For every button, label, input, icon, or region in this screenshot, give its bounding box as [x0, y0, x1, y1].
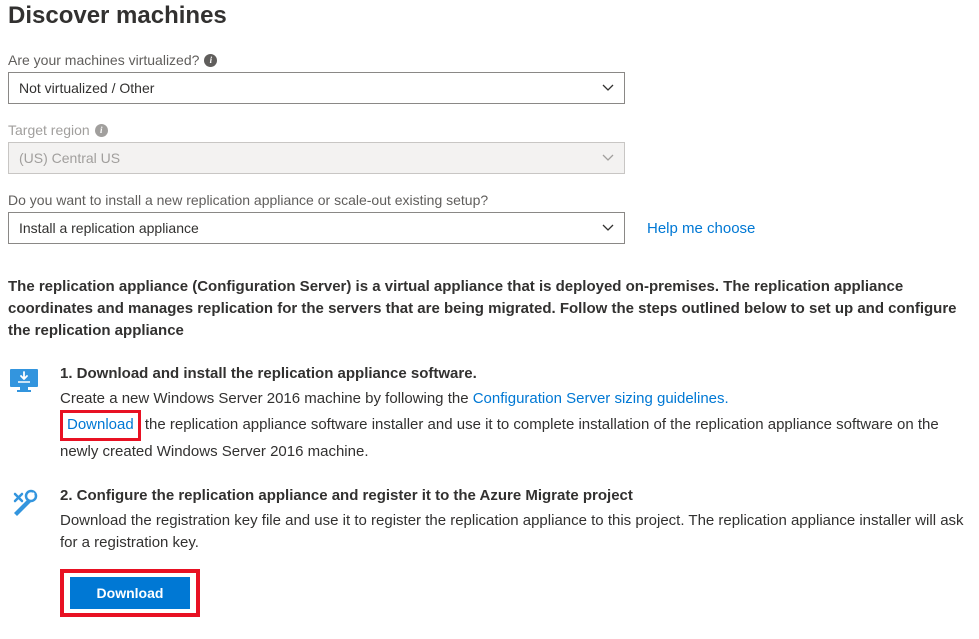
- region-field: Target region i (US) Central US: [8, 122, 971, 174]
- info-icon[interactable]: i: [204, 54, 217, 67]
- step-1-line1-before: Create a new Windows Server 2016 machine…: [60, 390, 473, 407]
- step-2-content: 2. Configure the replication appliance a…: [60, 485, 971, 617]
- download-button[interactable]: Download: [70, 577, 190, 609]
- virtualized-field: Are your machines virtualized? i Not vir…: [8, 52, 971, 104]
- chevron-down-icon: [602, 84, 614, 92]
- step-2: 2. Configure the replication appliance a…: [8, 485, 971, 617]
- intro-text: The replication appliance (Configuration…: [8, 276, 971, 341]
- region-value: (US) Central US: [19, 150, 120, 166]
- chevron-down-icon: [602, 154, 614, 162]
- region-select: (US) Central US: [8, 142, 625, 174]
- install-label: Do you want to install a new replication…: [8, 192, 971, 208]
- chevron-down-icon: [602, 224, 614, 232]
- step-1-content: 1. Download and install the replication …: [60, 363, 971, 463]
- monitor-download-icon: [8, 365, 40, 397]
- page-title: Discover machines: [8, 2, 971, 30]
- virtualized-label: Are your machines virtualized? i: [8, 52, 971, 68]
- download-software-link[interactable]: Download: [67, 416, 134, 433]
- step-2-body: Download the registration key file and u…: [60, 510, 971, 555]
- help-me-choose-link[interactable]: Help me choose: [647, 220, 755, 237]
- step-1: 1. Download and install the replication …: [8, 363, 971, 463]
- region-label-text: Target region: [8, 122, 90, 138]
- virtualized-value: Not virtualized / Other: [19, 80, 154, 96]
- virtualized-label-text: Are your machines virtualized?: [8, 52, 199, 68]
- sizing-guidelines-link[interactable]: Configuration Server sizing guidelines.: [473, 390, 729, 407]
- install-field: Do you want to install a new replication…: [8, 192, 971, 244]
- info-icon[interactable]: i: [95, 124, 108, 137]
- install-label-text: Do you want to install a new replication…: [8, 192, 488, 208]
- step-1-body: Create a new Windows Server 2016 machine…: [60, 388, 971, 464]
- region-label: Target region i: [8, 122, 971, 138]
- step-1-line2-after: the replication appliance software insta…: [60, 416, 939, 460]
- tools-icon: [8, 487, 40, 519]
- install-value: Install a replication appliance: [19, 220, 199, 236]
- virtualized-select[interactable]: Not virtualized / Other: [8, 72, 625, 104]
- download-link-highlight: Download: [60, 410, 141, 441]
- install-select[interactable]: Install a replication appliance: [8, 212, 625, 244]
- step-1-title: 1. Download and install the replication …: [60, 363, 971, 386]
- step-2-title: 2. Configure the replication appliance a…: [60, 485, 971, 508]
